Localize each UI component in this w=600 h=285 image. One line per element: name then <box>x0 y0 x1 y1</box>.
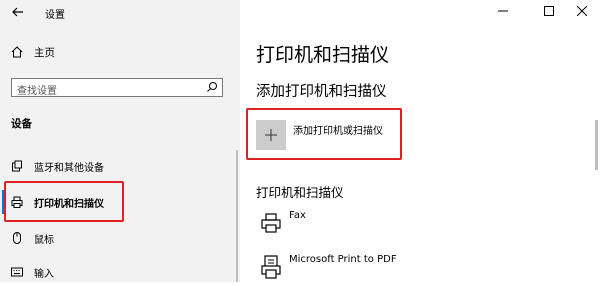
main-scrollbar[interactable] <box>595 120 598 170</box>
sidebar-item-bluetooth[interactable]: 蓝牙和其他设备 <box>0 153 240 179</box>
section-heading-devices: 设备 <box>11 118 32 130</box>
page-title: 打印机和扫描仪 <box>256 44 390 66</box>
search-icon[interactable] <box>206 81 218 93</box>
main-panel: 打印机和扫描仪 添加打印机和扫描仪 添加打印机或扫描仪 打印机和扫描仪 Fax <box>240 0 600 282</box>
sidebar-item-printers[interactable]: 打印机和扫描仪 <box>0 189 240 215</box>
printer-icon <box>0 195 34 209</box>
printer-name: Fax <box>289 210 306 221</box>
printer-item-pdf[interactable]: Microsoft Print to PDF <box>256 252 397 282</box>
sidebar-scrollbar[interactable] <box>236 150 238 282</box>
home-icon <box>0 45 34 59</box>
bluetooth-devices-icon <box>0 159 34 173</box>
printers-list-title: 打印机和扫描仪 <box>256 185 344 200</box>
sidebar-item-label: 输入 <box>34 268 54 280</box>
window-title: 设置 <box>45 10 65 21</box>
keyboard-icon <box>0 266 34 278</box>
close-icon <box>577 6 587 16</box>
fax-icon <box>256 208 286 238</box>
back-arrow-icon <box>12 7 23 17</box>
minimize-button[interactable] <box>488 0 518 22</box>
back-button[interactable] <box>6 0 30 24</box>
sidebar: 设置 主页 设备 蓝牙和其他设备 <box>0 0 240 282</box>
minimize-icon <box>498 10 508 12</box>
plus-icon <box>265 129 277 141</box>
pdf-printer-icon <box>256 252 286 282</box>
add-section-title: 添加打印机和扫描仪 <box>256 84 387 100</box>
sidebar-item-mouse[interactable]: 鼠标 <box>0 225 240 251</box>
close-button[interactable] <box>567 0 597 22</box>
maximize-icon <box>544 6 554 16</box>
printer-name: Microsoft Print to PDF <box>289 254 397 265</box>
search-input[interactable] <box>12 83 197 100</box>
maximize-button[interactable] <box>534 0 564 22</box>
mouse-icon <box>0 231 34 245</box>
add-printer-button[interactable]: 添加打印机或扫描仪 <box>256 120 383 150</box>
sidebar-item-label: 打印机和扫描仪 <box>34 198 104 210</box>
add-tile <box>256 120 286 150</box>
add-printer-label: 添加打印机或扫描仪 <box>293 125 383 137</box>
search-box[interactable] <box>11 78 223 100</box>
sidebar-item-label: 蓝牙和其他设备 <box>34 162 104 174</box>
sidebar-item-input[interactable]: 输入 <box>0 259 240 285</box>
sidebar-item-label: 鼠标 <box>34 234 54 246</box>
home-label: 主页 <box>34 46 55 59</box>
sidebar-item-home[interactable]: 主页 <box>0 40 240 64</box>
printer-item-fax[interactable]: Fax <box>256 208 306 238</box>
